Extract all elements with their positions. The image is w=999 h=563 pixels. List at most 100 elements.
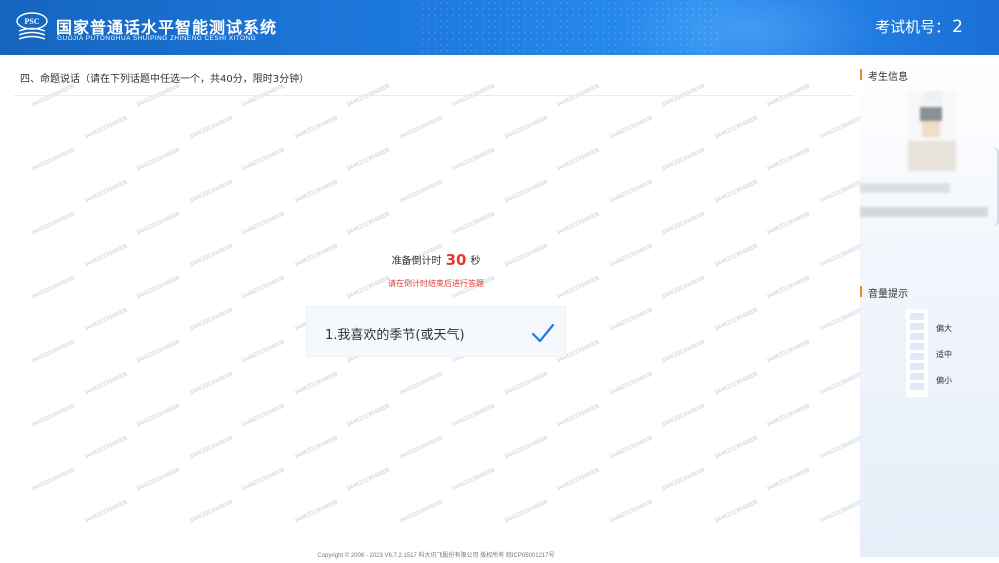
watermark-text: 34482023048006 <box>398 179 444 205</box>
watermark-text: 34482023048006 <box>608 435 654 461</box>
watermark-text: 34482023048006 <box>713 243 759 269</box>
watermark-text: 34482023048006 <box>293 115 339 141</box>
check-icon <box>531 323 555 343</box>
watermark-text: 34482023048006 <box>713 371 759 397</box>
exam-machine-label: 考试机号： <box>875 18 951 36</box>
watermark-text: 34482023048006 <box>345 147 391 173</box>
watermark-text: 34482023048006 <box>30 275 76 301</box>
volume-meter <box>906 309 928 397</box>
countdown-value: 30 <box>445 251 467 269</box>
watermark-text: 34482023048006 <box>188 499 234 525</box>
watermark-text: 34482023048006 <box>135 147 181 173</box>
watermark-text: 34482023048006 <box>83 499 129 525</box>
watermark-text: 34482023048006 <box>660 467 706 493</box>
exam-machine-value: 2 <box>952 17 963 37</box>
watermark-text: 34482023048006 <box>83 115 129 141</box>
watermark-text: 34482023048006 <box>30 403 76 429</box>
watermark-text: 34482023048006 <box>608 115 654 141</box>
watermark-text: 34482023048006 <box>765 339 811 365</box>
volume-meter-bar <box>910 333 924 340</box>
watermark-text: 34482023048006 <box>765 147 811 173</box>
countdown-unit: 秒 <box>470 256 481 267</box>
watermark-text: 34482023048006 <box>713 179 759 205</box>
watermark-text: 34482023048006 <box>503 179 549 205</box>
watermark-text: 34482023048006 <box>135 211 181 237</box>
watermark-text: 34482023048006 <box>345 211 391 237</box>
volume-level-high: 偏大 <box>936 324 952 333</box>
candidate-info-heading: 考生信息 <box>860 68 908 83</box>
watermark-text: 34482023048006 <box>713 307 759 333</box>
volume-meter-bar <box>910 353 924 360</box>
watermark-text: 34482023048006 <box>765 211 811 237</box>
volume-meter-bar <box>910 313 924 320</box>
watermark-text: 34482023048006 <box>555 403 601 429</box>
watermark-text: 34482023048006 <box>135 83 181 109</box>
watermark-text: 34482023048006 <box>818 435 860 461</box>
watermark-text: 34482023048006 <box>135 403 181 429</box>
volume-level-low: 偏小 <box>936 376 952 385</box>
countdown-hint: 请在倒计时结束后进行答题 <box>388 279 484 288</box>
watermark-text: 34482023048006 <box>555 467 601 493</box>
watermark-text: 34482023048006 <box>83 243 129 269</box>
volume-meter-bar <box>910 383 924 390</box>
watermark-text: 34482023048006 <box>345 467 391 493</box>
candidate-info-blurred <box>860 183 988 217</box>
volume-meter-bar <box>910 323 924 330</box>
watermark-text: 34482023048006 <box>135 339 181 365</box>
watermark-text: 34482023048006 <box>555 83 601 109</box>
watermark-text: 34482023048006 <box>503 371 549 397</box>
watermark-text: 34482023048006 <box>188 179 234 205</box>
watermark-text: 34482023048006 <box>240 467 286 493</box>
watermark-text: 34482023048006 <box>188 371 234 397</box>
topic-option-label: 1.我喜欢的季节(或天气) <box>325 328 465 343</box>
watermark-text: 34482023048006 <box>240 339 286 365</box>
watermark-text: 34482023048006 <box>188 243 234 269</box>
watermark-text: 34482023048006 <box>660 403 706 429</box>
watermark-text: 34482023048006 <box>83 179 129 205</box>
watermark-text: 34482023048006 <box>398 435 444 461</box>
volume-meter-bar <box>910 373 924 380</box>
watermark-text: 34482023048006 <box>608 499 654 525</box>
watermark-text: 34482023048006 <box>30 339 76 365</box>
topic-option-1[interactable]: 1.我喜欢的季节(或天气) <box>306 306 566 357</box>
watermark-text: 34482023048006 <box>293 371 339 397</box>
right-sidebar: 考生信息 音量提示 偏大 适中 偏小 <box>860 55 999 557</box>
watermark-text: 34482023048006 <box>765 467 811 493</box>
watermark-text: 34482023048006 <box>240 83 286 109</box>
watermark-text: 34482023048006 <box>83 307 129 333</box>
watermark-text: 34482023048006 <box>660 339 706 365</box>
watermark-text: 34482023048006 <box>188 435 234 461</box>
watermark-text: 34482023048006 <box>765 275 811 301</box>
watermark-text: 34482023048006 <box>555 211 601 237</box>
svg-text:PSC: PSC <box>24 17 39 26</box>
watermark-text: 34482023048006 <box>135 275 181 301</box>
watermark-text: 34482023048006 <box>818 115 860 141</box>
candidate-photo <box>908 91 956 171</box>
watermark-text: 34482023048006 <box>30 211 76 237</box>
watermark-text: 34482023048006 <box>398 115 444 141</box>
watermark-text: 34482023048006 <box>83 435 129 461</box>
watermark-text: 34482023048006 <box>608 371 654 397</box>
section-title: 四、命题说话（请在下列话题中任选一个，共40分，限时3分钟） <box>20 74 310 85</box>
watermark-text: 34482023048006 <box>660 147 706 173</box>
watermark-text: 34482023048006 <box>240 275 286 301</box>
watermark-text: 34482023048006 <box>240 211 286 237</box>
watermark-text: 34482023048006 <box>503 499 549 525</box>
app-header: PSC 国家普通话水平智能测试系统 GUOJIA PUTONGHUA SHUIP… <box>0 0 999 55</box>
volume-meter-bar <box>910 343 924 350</box>
watermark-text: 34482023048006 <box>83 371 129 397</box>
main-panel: 34482023048006 34482023048006 344820230480… <box>0 55 860 563</box>
watermark-text: 34482023048006 <box>765 403 811 429</box>
watermark-text: 34482023048006 <box>30 467 76 493</box>
countdown: 准备倒计时 30 秒 <box>300 251 572 269</box>
watermark-text: 34482023048006 <box>240 403 286 429</box>
watermark-text: 34482023048006 <box>450 467 496 493</box>
watermark-text: 34482023048006 <box>608 179 654 205</box>
watermark-text: 34482023048006 <box>450 147 496 173</box>
watermark-text: 34482023048006 <box>818 499 860 525</box>
watermark-text: 34482023048006 <box>240 147 286 173</box>
watermark-text: 34482023048006 <box>293 499 339 525</box>
watermark-text: 34482023048006 <box>188 307 234 333</box>
volume-meter-bar <box>910 363 924 370</box>
watermark-text: 34482023048006 <box>293 179 339 205</box>
